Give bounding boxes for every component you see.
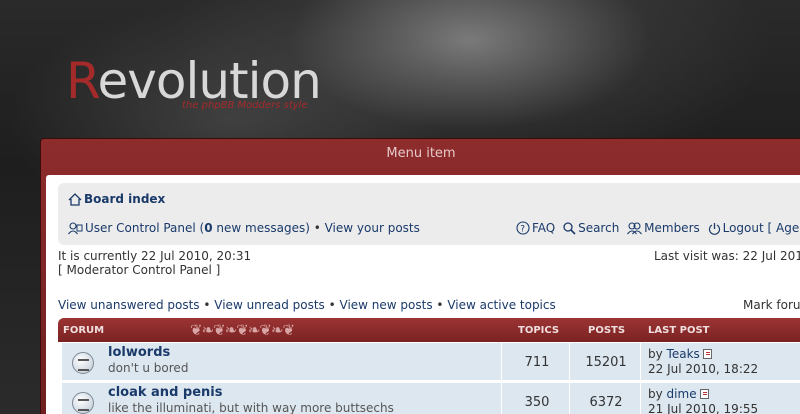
by-label: by — [648, 387, 667, 401]
board-index-link[interactable]: Board index — [84, 192, 165, 206]
forum-row[interactable]: cloak and penis like the illuminati, but… — [62, 383, 800, 414]
forum-read-icon — [72, 392, 94, 414]
new-messages-count[interactable]: 0 — [204, 221, 212, 235]
forum-description: like the illuminati, but with way more b… — [108, 401, 394, 414]
power-icon — [708, 222, 721, 238]
last-visit: Last visit was: 22 Jul 2010 — [654, 249, 800, 263]
column-divider — [640, 343, 641, 380]
ucp-line: User Control Panel (0 new messages) • Vi… — [68, 221, 420, 238]
topics-count: 711 — [524, 355, 550, 370]
last-post-author: by Teaks — [648, 347, 712, 361]
menu-item[interactable]: Menu item — [41, 146, 800, 161]
mark-forums-link[interactable]: Mark forum — [743, 298, 800, 312]
view-your-posts-link[interactable]: View your posts — [325, 221, 420, 235]
new-posts-link[interactable]: View new posts — [340, 298, 433, 312]
forum-column-header: Forum — [63, 325, 105, 336]
last-post-column-header: Last Post — [648, 325, 710, 336]
forum-table-header: Forum Topics Posts Last Post — [58, 318, 800, 342]
breadcrumb: Board index — [68, 192, 165, 209]
logo-tagline: the phpBB Modders style — [182, 100, 308, 111]
faq-link[interactable]: FAQ — [532, 221, 555, 235]
forum-title-link[interactable]: cloak and penis — [108, 385, 222, 400]
ucp-link[interactable]: User Control Panel ( — [85, 221, 204, 235]
author-link[interactable]: Teaks — [667, 347, 700, 361]
svg-text:?: ? — [520, 225, 525, 235]
search-icon — [563, 222, 576, 238]
separator: • — [199, 298, 215, 312]
unread-posts-link[interactable]: View unread posts — [214, 298, 325, 312]
topics-count: 350 — [524, 395, 550, 410]
forum-row[interactable]: lolwords don't u bored 711 15201 by Teak… — [62, 343, 800, 381]
last-post-author: by dime — [648, 387, 709, 401]
forum-read-icon — [72, 352, 94, 374]
separator: • — [432, 298, 448, 312]
by-label: by — [648, 347, 667, 361]
active-topics-link[interactable]: View active topics — [447, 298, 555, 312]
logo-first-letter: R — [66, 52, 98, 110]
faq-icon: ? — [516, 221, 530, 238]
home-icon — [68, 193, 82, 209]
posts-count: 6372 — [589, 395, 623, 410]
column-divider — [501, 383, 502, 414]
topics-column-header: Topics — [518, 325, 560, 336]
header-ornament: ❦❧❦❧❦❧❦❧❦ — [190, 321, 295, 339]
posts-count: 15201 — [585, 355, 627, 370]
logout-link[interactable]: Logout [ Agent — [723, 221, 800, 235]
posts-column-header: Posts — [588, 325, 626, 336]
members-icon — [627, 222, 643, 238]
quick-links: View unanswered posts • View unread post… — [58, 298, 556, 312]
user-icon — [68, 222, 83, 238]
user-nav: ? FAQ Search Members Logout [ Agent — [516, 221, 800, 238]
last-post-date: 21 Jul 2010, 19:55 — [648, 402, 759, 414]
column-divider — [569, 343, 570, 380]
view-latest-post-icon[interactable] — [702, 349, 712, 359]
members-link[interactable]: Members — [644, 221, 700, 235]
separator: • — [309, 221, 325, 235]
unanswered-posts-link[interactable]: View unanswered posts — [58, 298, 200, 312]
view-latest-post-icon[interactable] — [699, 389, 709, 399]
search-link[interactable]: Search — [578, 221, 619, 235]
mcp-link[interactable]: [ Moderator Control Panel ] — [58, 263, 220, 277]
site-logo[interactable]: Revolution the phpBB Modders style — [66, 52, 322, 112]
author-link[interactable]: dime — [667, 387, 697, 401]
column-divider — [640, 383, 641, 414]
ucp-suffix[interactable]: new messages) — [213, 221, 309, 235]
current-time: It is currently 22 Jul 2010, 20:31 — [58, 249, 252, 263]
forum-description: don't u bored — [108, 361, 189, 375]
column-divider — [569, 383, 570, 414]
separator: • — [324, 298, 340, 312]
last-post-date: 22 Jul 2010, 18:22 — [648, 362, 759, 376]
forum-title-link[interactable]: lolwords — [108, 345, 170, 360]
column-divider — [501, 343, 502, 380]
